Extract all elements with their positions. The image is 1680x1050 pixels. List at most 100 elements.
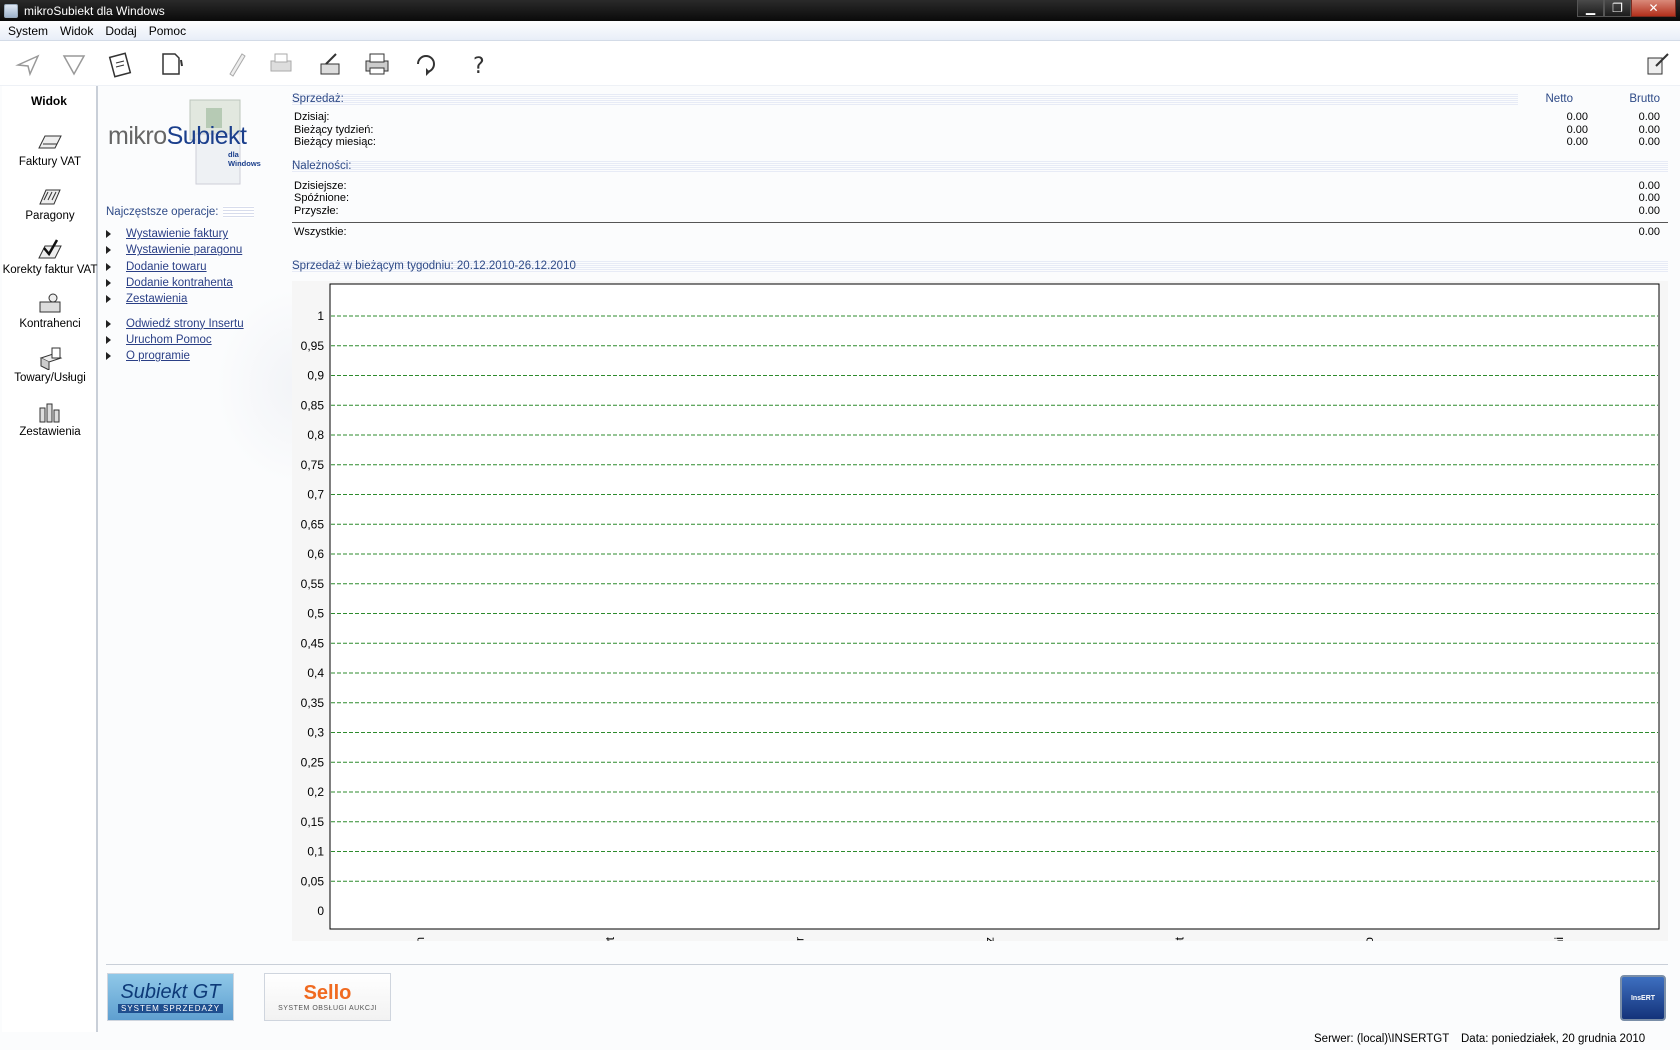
y-tick-label: 0,2 — [307, 785, 324, 799]
y-tick-label: 0,9 — [307, 369, 324, 383]
operations-header: Najczęstsze operacje: — [106, 206, 254, 218]
invoice-tool-icon[interactable] — [105, 48, 137, 80]
row-label: Bieżący miesiąc: — [294, 136, 376, 148]
minimize-icon[interactable]: ▁ — [1577, 0, 1604, 17]
sales-header-label: Sprzedaż: — [292, 93, 344, 105]
arrow-right-icon — [106, 352, 111, 361]
receivables-row: Dzisiejsze: 0.00 — [292, 180, 1668, 193]
goods-icon — [39, 347, 63, 370]
close-icon[interactable]: ✕ — [1631, 0, 1676, 17]
y-tick-label: 0 — [317, 904, 324, 918]
menu-pomoc[interactable]: Pomoc — [143, 21, 192, 41]
sidebar-item-towary[interactable]: Towary/Usługi — [2, 332, 98, 386]
y-tick-label: 0,45 — [301, 636, 325, 650]
link-wystawienie-faktury[interactable]: Wystawienie faktury — [126, 228, 228, 240]
menu-system[interactable]: System — [2, 21, 54, 41]
plot-area — [329, 283, 1660, 930]
sidebar-item-paragony[interactable]: Paragony — [2, 170, 98, 224]
link-dodanie-kontrahenta[interactable]: Dodanie kontrahenta — [126, 277, 233, 289]
exit-icon[interactable] — [1640, 48, 1672, 80]
brutto-value: 0.00 — [1638, 123, 1660, 136]
back-icon[interactable] — [12, 48, 44, 80]
x-tick-label: cz — [983, 937, 997, 941]
sidebar-item-label: Faktury VAT — [18, 156, 82, 168]
edit-icon[interactable] — [220, 48, 252, 80]
brutto-label: Brutto — [1629, 93, 1660, 105]
sidebar-item-label: Paragony — [25, 210, 75, 222]
sidebar-item-korekty[interactable]: Korekty faktur VAT — [2, 224, 98, 278]
banner-subtitle: SYSTEM OBSŁUGI AUKCJI — [278, 1005, 377, 1012]
row-label: Spóźnione: — [294, 192, 350, 204]
refresh-icon[interactable] — [410, 48, 442, 80]
link-zestawienia[interactable]: Zestawienia — [126, 293, 187, 305]
view-sidebar: Widok Faktury VAT Paragony Korekty faktu… — [2, 86, 98, 1032]
y-tick-label: 0,65 — [301, 517, 325, 531]
subiekt-gt-banner[interactable]: Subiekt GT SYSTEM SPRZEDAŻY — [107, 973, 234, 1021]
operations-list: Wystawienie faktury Wystawienie paragonu… — [104, 226, 264, 364]
menu-bar: System Widok Dodaj Pomoc — [0, 21, 1680, 41]
netto-value: 0.00 — [1566, 136, 1588, 148]
y-tick-label: 0,75 — [301, 458, 325, 472]
receivables-total-row: Wszystkie: 0.00 — [292, 226, 1668, 239]
new-document-icon[interactable] — [155, 48, 187, 80]
x-tick-label: wt — [603, 936, 617, 941]
sello-banner[interactable]: Sello SYSTEM OBSŁUGI AUKCJI — [264, 973, 391, 1021]
sales-row: Dzisiaj: 0.00 0.00 — [292, 111, 1668, 124]
window-title: mikroSubiekt dla Windows — [24, 3, 165, 18]
forward-icon[interactable] — [58, 48, 90, 80]
product-logo: mikroSubiekt dla Windows — [106, 94, 266, 194]
title-bar: mikroSubiekt dla Windows ▁ ❐ ✕ — [0, 0, 1680, 21]
sidebar-item-label: Zestawienia — [19, 426, 81, 438]
insert-logo[interactable]: InsERT — [1620, 975, 1666, 1021]
sidebar-title: Widok — [31, 94, 67, 108]
divider — [292, 222, 1668, 223]
weekly-sales-chart: 0 0,05 0,1 0,15 0,2 0,25 0,3 0,35 0,4 0,45 0,5 0,55… — [292, 281, 1668, 950]
contractors-icon — [39, 293, 61, 313]
list-item: Wystawienie paragonu — [104, 242, 264, 258]
delete-icon[interactable] — [314, 48, 346, 80]
link-uruchom-pomoc[interactable]: Uruchom Pomoc — [126, 334, 212, 346]
banner-title: Subiekt GT — [120, 981, 221, 1003]
list-item: Dodanie kontrahenta — [104, 275, 264, 291]
status-server: Serwer: (local)\INSERTGT — [1314, 1033, 1450, 1045]
link-odwiedz-strony[interactable]: Odwiedź strony Insertu — [126, 318, 244, 330]
link-wystawienie-paragonu[interactable]: Wystawienie paragonu — [126, 244, 242, 256]
netto-value: 0.00 — [1566, 111, 1588, 123]
receivables-row: Przyszłe: 0.00 — [292, 205, 1668, 218]
sidebar-item-kontrahenci[interactable]: Kontrahenci — [2, 278, 98, 332]
y-tick-label: 0,3 — [307, 726, 324, 740]
restore-icon[interactable]: ❐ — [1604, 0, 1631, 17]
row-label: Dzisiaj: — [294, 111, 330, 123]
x-tick-label: pn — [413, 937, 427, 941]
y-tick-label: 0,35 — [301, 696, 325, 710]
y-tick-label: 0,55 — [301, 577, 325, 591]
bottom-divider — [106, 964, 1668, 965]
operations-header-label: Najczęstsze operacje: — [106, 206, 223, 218]
logo-prefix: mikro — [108, 122, 167, 150]
x-tick-label: so — [1362, 937, 1376, 941]
menu-dodaj[interactable]: Dodaj — [99, 21, 142, 41]
row-value: 0.00 — [1638, 204, 1660, 217]
y-tick-label: 0,6 — [307, 547, 324, 561]
menu-widok[interactable]: Widok — [54, 21, 99, 41]
y-tick-label: 0,4 — [307, 666, 324, 680]
app-icon — [4, 3, 18, 18]
row-value: 0.00 — [1638, 192, 1660, 204]
svg-text:?: ? — [473, 54, 485, 78]
row-label: Przyszłe: — [294, 204, 339, 217]
list-item: Uruchom Pomoc — [104, 332, 264, 348]
print-preview-icon[interactable] — [265, 48, 297, 80]
sidebar-item-faktury-vat[interactable]: Faktury VAT — [2, 116, 98, 170]
row-value: 0.00 — [1638, 179, 1660, 192]
help-icon[interactable]: ? — [464, 48, 496, 80]
status-bar: Serwer: (local)\INSERTGT Data: poniedzia… — [0, 1030, 1680, 1050]
chart-svg: 0 0,05 0,1 0,15 0,2 0,25 0,3 0,35 0,4 0,45 0,5 0,55… — [292, 281, 1668, 950]
print-icon[interactable] — [361, 48, 393, 80]
brutto-value: 0.00 — [1638, 136, 1660, 148]
link-o-programie[interactable]: O programie — [126, 350, 190, 362]
arrow-right-icon — [106, 335, 111, 344]
link-dodanie-towaru[interactable]: Dodanie towaru — [126, 261, 207, 273]
sidebar-item-zestawienia[interactable]: Zestawienia — [2, 386, 98, 440]
insert-logo-text: InsERT — [1630, 994, 1656, 1002]
x-tick-label: śr — [793, 937, 807, 941]
